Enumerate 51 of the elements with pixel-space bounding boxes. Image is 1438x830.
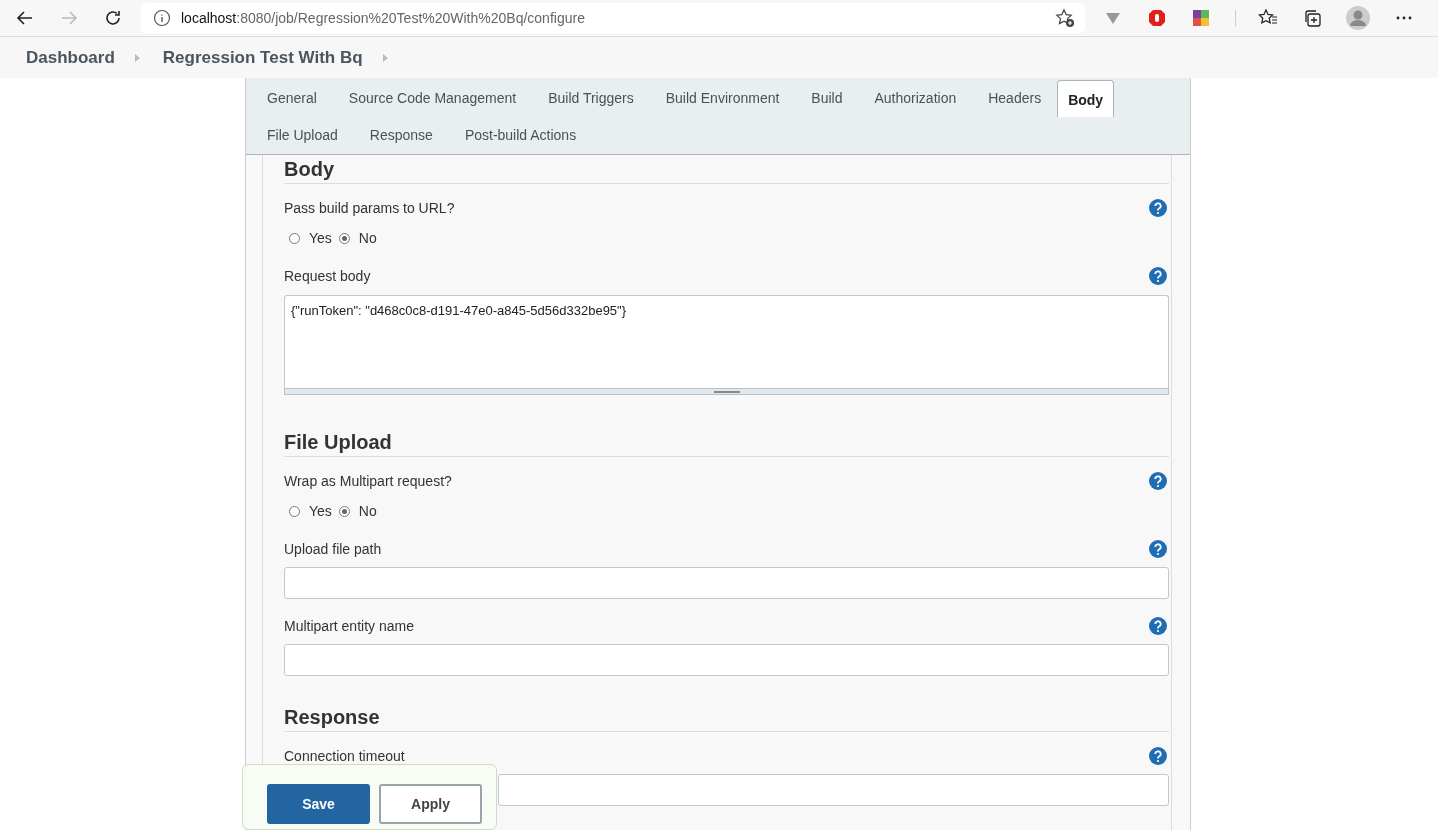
radio-button[interactable] <box>289 232 300 244</box>
radio-button[interactable] <box>338 505 350 517</box>
tab[interactable]: General <box>251 80 333 117</box>
tab[interactable]: Build <box>795 80 859 117</box>
tab[interactable]: File Upload <box>251 117 354 154</box>
radio-button[interactable] <box>338 232 350 244</box>
radio-label: Yes <box>309 503 332 519</box>
address-bar[interactable]: localhost:8080/job/Regression%20Test%20With%20Bq/configure <box>141 3 1085 33</box>
reload-icon[interactable] <box>103 8 123 28</box>
tab[interactable]: Post-build Actions <box>448 117 593 154</box>
field-label: Pass build params to URL? <box>284 200 455 216</box>
breadcrumb-link[interactable]: Regression Test With Bq <box>162 47 363 68</box>
section-heading: Response <box>284 703 1169 732</box>
field-label: Connection timeout <box>284 748 405 764</box>
tab[interactable]: Body <box>1057 80 1115 117</box>
field-label: Upload file path <box>284 541 382 557</box>
apply-button[interactable]: Apply <box>379 784 482 824</box>
add-favorite-icon[interactable] <box>1055 8 1075 28</box>
radio-label: Yes <box>309 230 332 246</box>
save-button[interactable]: Save <box>267 784 370 824</box>
help-icon[interactable] <box>1149 747 1167 765</box>
input-field[interactable] <box>284 567 1169 599</box>
radio-button[interactable] <box>289 505 300 517</box>
url-text: localhost:8080/job/Regression%20Test%20With%20Bq/configure <box>181 10 586 26</box>
text-area[interactable]: {"runToken": "d468c0c8-d191-47e0-a845-5d56d332be95"} <box>284 295 1169 388</box>
tab[interactable]: Response <box>353 117 449 154</box>
avatar-icon[interactable] <box>1346 6 1370 30</box>
radio-label: No <box>358 230 377 246</box>
field-label: Wrap as Multipart request? <box>284 473 452 489</box>
color-grid-icon[interactable] <box>1191 8 1211 28</box>
section-heading: File Upload <box>284 428 1169 457</box>
field-label: Multipart entity name <box>284 618 414 634</box>
tab[interactable]: Build Environment <box>649 80 796 117</box>
radio-label: No <box>358 503 377 519</box>
collections-icon[interactable] <box>1302 8 1322 28</box>
field-label: Request body <box>284 268 371 284</box>
help-icon[interactable] <box>1149 199 1167 217</box>
help-icon[interactable] <box>1149 267 1167 285</box>
tab[interactable]: Build Triggers <box>532 80 650 117</box>
resize-handle[interactable] <box>284 388 1169 395</box>
info-icon <box>153 9 171 27</box>
tab[interactable]: Authorization <box>858 80 973 117</box>
tab[interactable]: Source Code Management <box>332 80 533 117</box>
tab[interactable]: Headers <box>972 80 1058 117</box>
breadcrumb-link[interactable]: Dashboard <box>26 47 115 68</box>
help-icon[interactable] <box>1149 472 1167 490</box>
help-icon[interactable] <box>1149 540 1167 558</box>
help-icon[interactable] <box>1149 617 1167 635</box>
input-field[interactable] <box>498 774 1169 806</box>
input-field[interactable] <box>284 644 1169 676</box>
section-heading: Body <box>284 155 1169 184</box>
